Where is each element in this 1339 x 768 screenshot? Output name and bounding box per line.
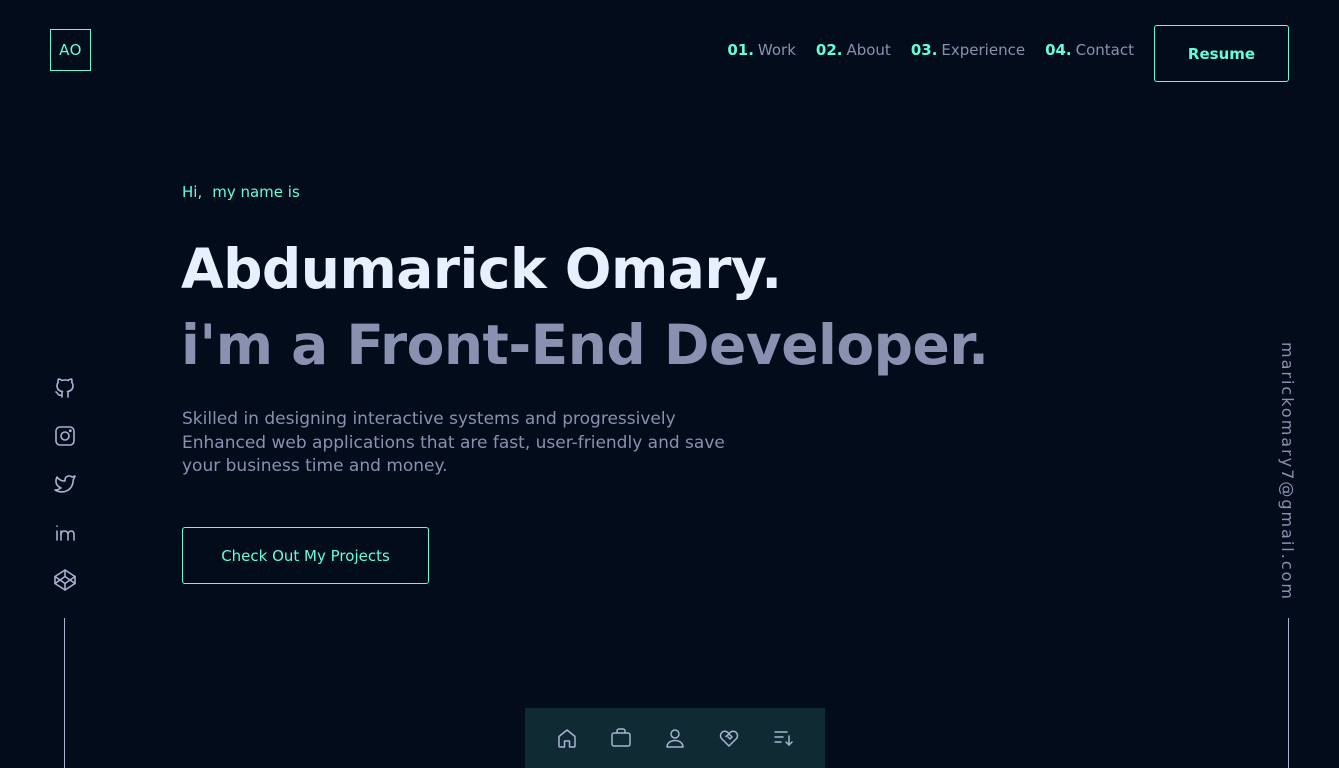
page: AO 01. Work 02. About 03. Experience 04. Con…: [0, 0, 1339, 768]
linkedin-icon[interactable]: [53, 520, 77, 544]
greeting-rest: my name is: [212, 183, 300, 201]
email-link[interactable]: marickomary7@gmail.com: [1278, 342, 1297, 601]
github-icon[interactable]: [53, 376, 77, 400]
nav-number: 01.: [727, 41, 754, 59]
nav-label: Experience: [941, 41, 1026, 59]
twitter-icon[interactable]: [53, 472, 77, 496]
nav-item-contact[interactable]: 04. Contact: [1045, 41, 1134, 59]
hero-name: Abdumarick Omary.: [181, 237, 782, 301]
nav-item-experience[interactable]: 03. Experience: [911, 41, 1025, 59]
codepen-icon[interactable]: [53, 568, 77, 592]
nav-item-about[interactable]: 02. About: [816, 41, 891, 59]
left-divider-line: [64, 618, 65, 768]
nav-label: About: [846, 41, 891, 59]
social-links: [53, 376, 77, 592]
hero-role: i'm a Front-End Developer.: [181, 313, 989, 377]
resume-button[interactable]: Resume: [1154, 25, 1289, 82]
greeting-hi: Hi,: [182, 183, 203, 201]
nav-number: 03.: [910, 41, 938, 59]
nav-label: Work: [757, 41, 796, 59]
logo[interactable]: AO: [50, 29, 91, 71]
briefcase-icon[interactable]: [609, 726, 633, 750]
bottom-dock: [525, 708, 825, 768]
nav-number: 04.: [1045, 41, 1072, 59]
home-icon[interactable]: [555, 726, 579, 750]
check-out-projects-button[interactable]: Check Out My Projects: [182, 527, 429, 584]
greeting: Hi, my name is: [182, 183, 300, 201]
nav-number: 02.: [815, 41, 843, 59]
instagram-icon[interactable]: [53, 424, 77, 448]
nav-item-work[interactable]: 01. Work: [727, 41, 796, 59]
user-icon[interactable]: [663, 726, 687, 750]
nav-label: Contact: [1075, 41, 1134, 59]
main-nav: 01. Work 02. About 03. Experience 04. Contac…: [727, 41, 1134, 59]
right-divider-line: [1288, 618, 1289, 768]
handshake-icon[interactable]: [717, 726, 741, 750]
sort-list-icon[interactable]: [771, 726, 795, 750]
hero-description: Skilled in designing interactive systems…: [182, 409, 725, 476]
